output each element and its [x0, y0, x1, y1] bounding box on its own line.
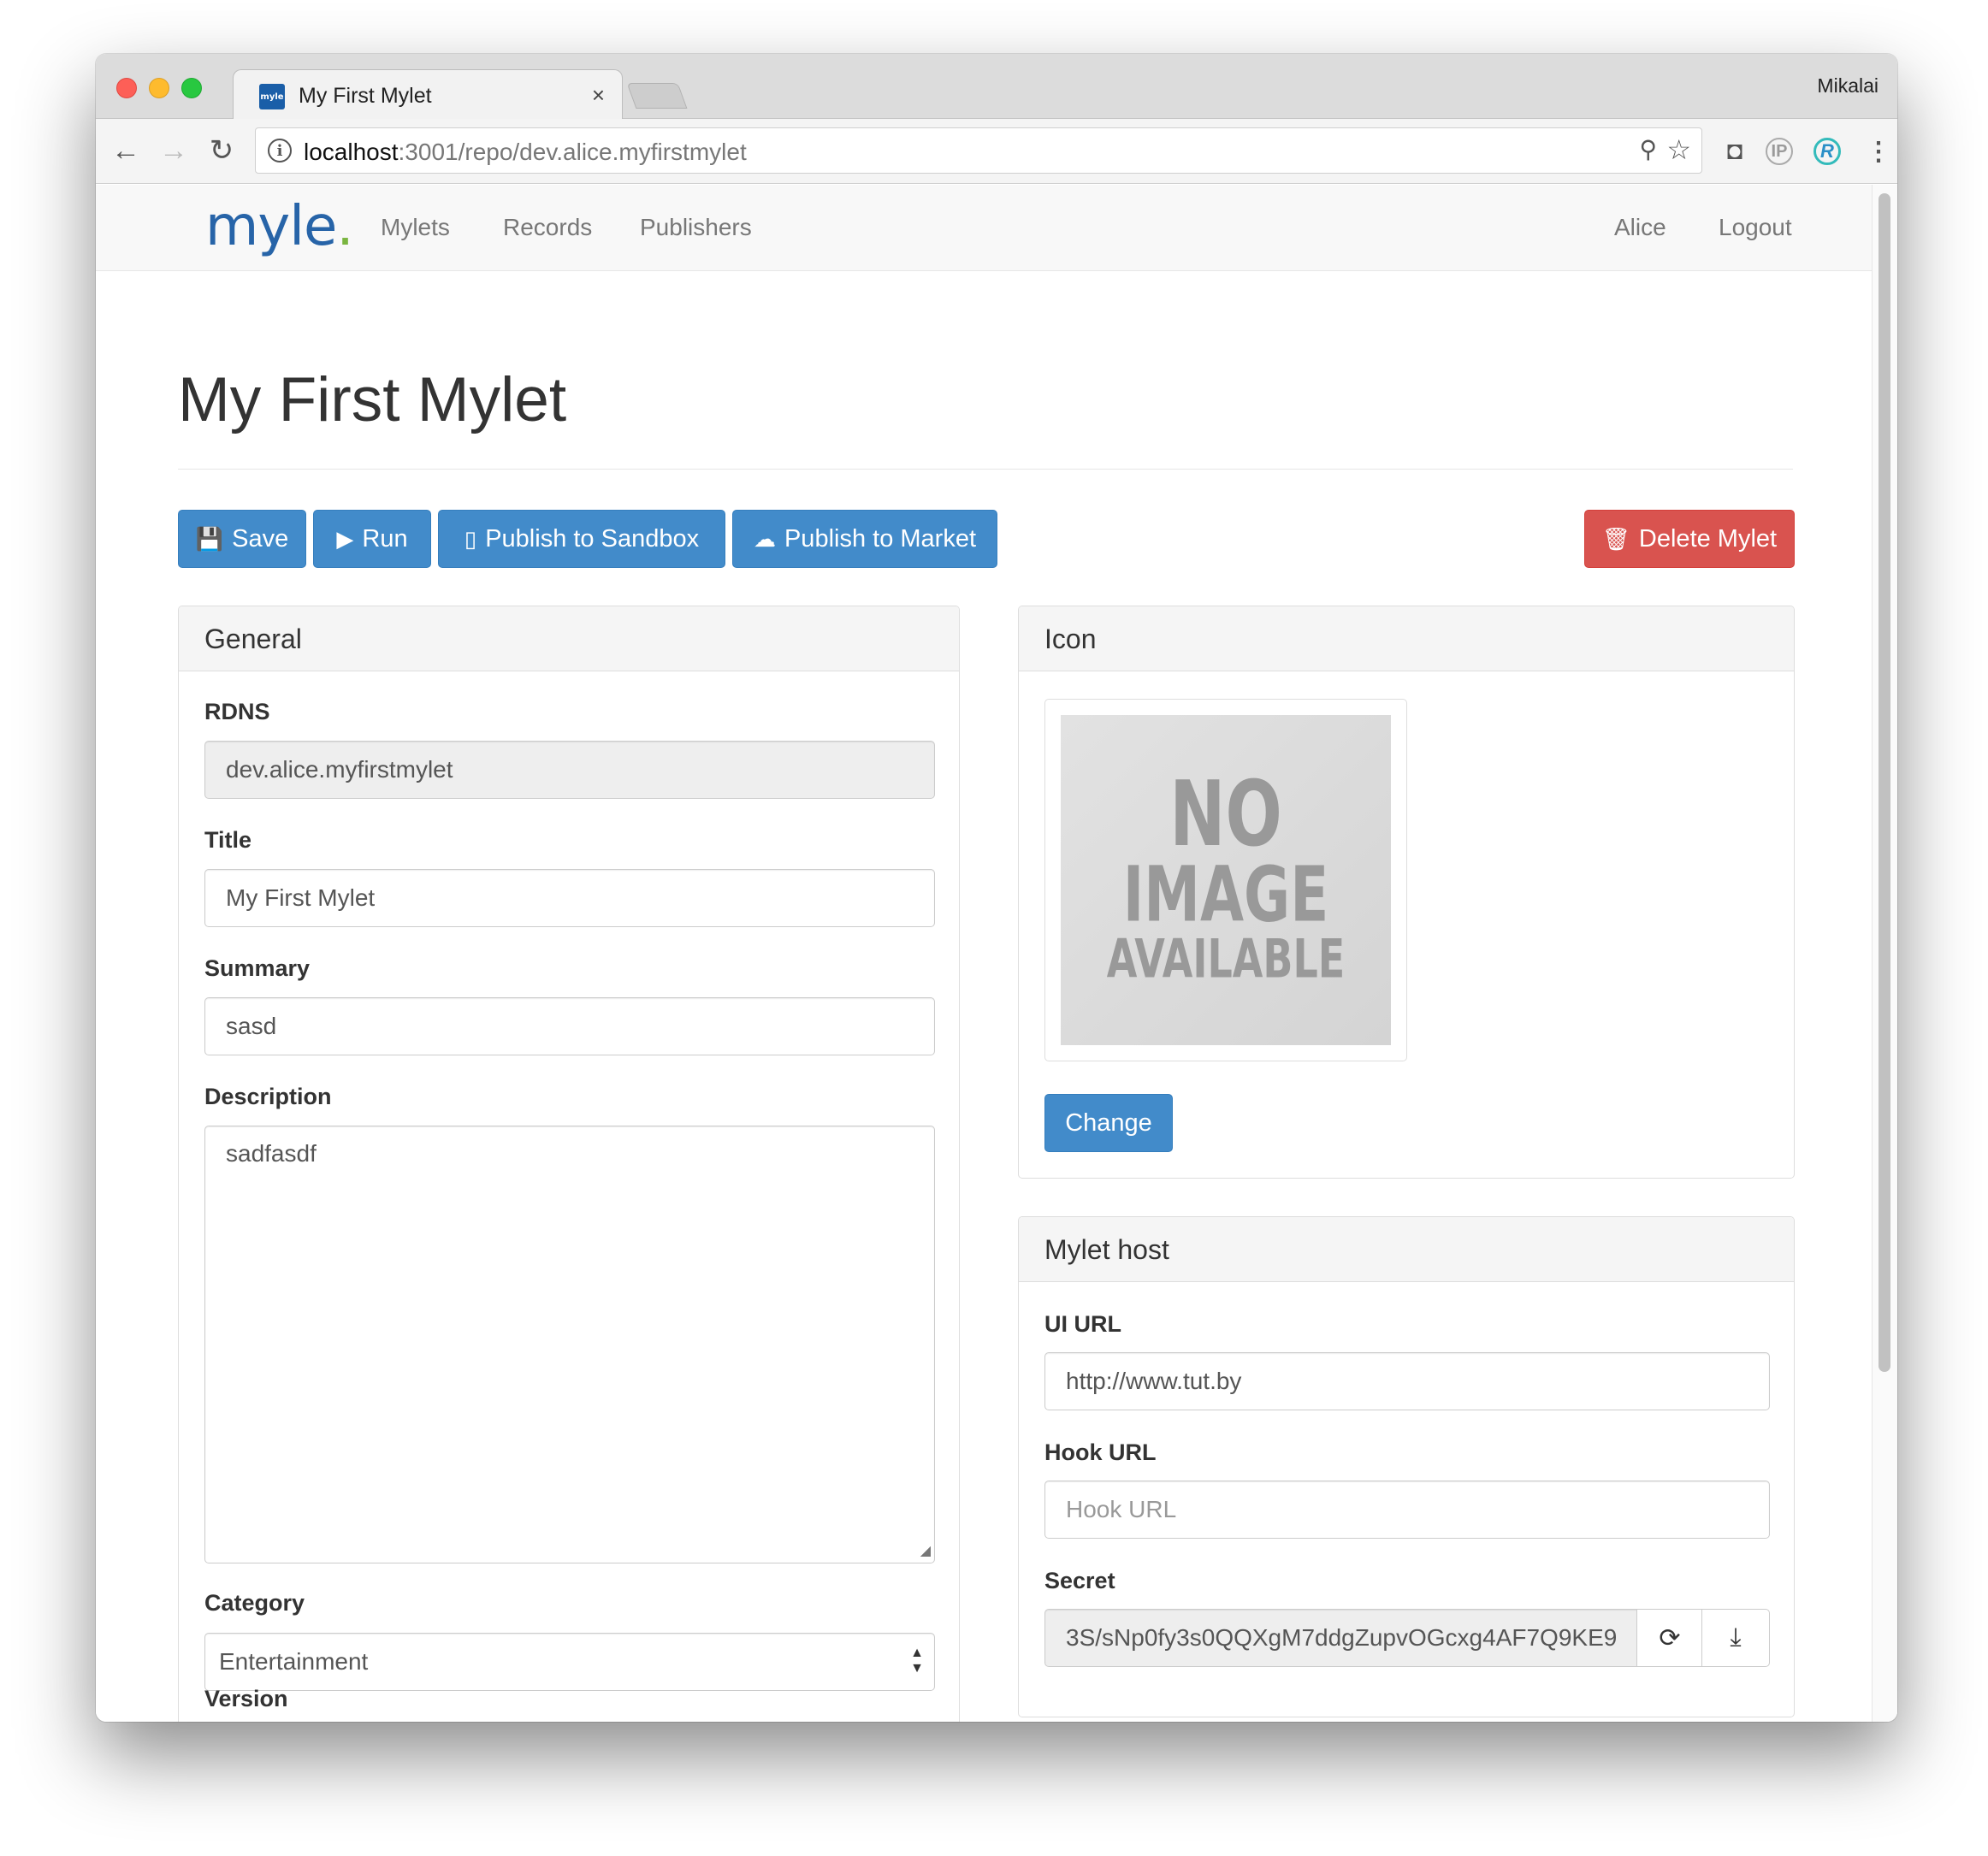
- bookmark-star-icon[interactable]: ☆: [1666, 133, 1691, 166]
- address-bar[interactable]: i localhost:3001/repo/dev.alice.myfirstm…: [255, 127, 1702, 174]
- rdns-field[interactable]: dev.alice.myfirstmylet: [204, 741, 935, 799]
- no-image-placeholder: NO IMAGE AVAILABLE: [1061, 715, 1391, 1045]
- icon-panel-title: Icon: [1044, 624, 1097, 654]
- reload-icon[interactable]: ↻: [202, 131, 241, 170]
- close-window-button[interactable]: [116, 78, 137, 98]
- hook-url-label: Hook URL: [1044, 1439, 1157, 1465]
- ui-url-label: UI URL: [1044, 1311, 1121, 1337]
- profile-name[interactable]: Mikalai: [1817, 74, 1879, 98]
- r-extension-icon[interactable]: R: [1813, 138, 1841, 165]
- select-arrows-icon: ▲ ▼: [910, 1646, 924, 1676]
- nav-link-publishers[interactable]: Publishers: [640, 214, 752, 241]
- mylet-host-panel-title: Mylet host: [1044, 1234, 1169, 1265]
- browser-menu-icon[interactable]: ⋮: [1861, 134, 1896, 168]
- app-navbar: myle. Mylets Records Publishers Alice Lo…: [96, 185, 1872, 271]
- play-icon: ▶: [336, 526, 354, 552]
- trash-icon: 🗑: [1601, 526, 1630, 552]
- delete-mylet-label: Delete Mylet: [1638, 524, 1778, 553]
- version-label: Version: [204, 1686, 288, 1711]
- no-image-word-3: AVAILABLE: [1106, 927, 1346, 990]
- brand-text: myle: [205, 195, 337, 258]
- mylet-host-panel: Mylet host UI URL http://www.tut.by Hook…: [1018, 1216, 1795, 1717]
- brand-logo[interactable]: myle.: [205, 195, 354, 258]
- icon-panel: Icon NO IMAGE AVAILABLE Change: [1018, 606, 1795, 1179]
- ui-url-field[interactable]: http://www.tut.by: [1044, 1352, 1770, 1410]
- nav-link-mylets[interactable]: Mylets: [381, 214, 450, 241]
- cloud-upload-icon: ☁: [753, 526, 776, 552]
- url-host: localhost: [304, 139, 399, 165]
- general-panel-title: General: [204, 624, 302, 654]
- title-divider: [178, 469, 1793, 470]
- save-button[interactable]: 💾 Save: [178, 510, 306, 568]
- nav-link-records[interactable]: Records: [503, 214, 592, 241]
- new-tab-button[interactable]: [626, 83, 688, 109]
- summary-field[interactable]: sasd: [204, 997, 935, 1055]
- icon-thumbnail: NO IMAGE AVAILABLE: [1044, 699, 1407, 1061]
- secret-field[interactable]: 3S/sNp0fy3s0QQXgM7ddgZupvOGcxg4AF7Q9KE9: [1044, 1609, 1638, 1667]
- run-button-label: Run: [362, 524, 408, 553]
- url-text[interactable]: localhost:3001/repo/dev.alice.myfirstmyl…: [304, 139, 747, 166]
- forward-arrow-icon[interactable]: →: [154, 131, 193, 170]
- secret-input-group: 3S/sNp0fy3s0QQXgM7ddgZupvOGcxg4AF7Q9KE9 …: [1044, 1609, 1770, 1667]
- browser-window: myle My First Mylet × Mikalai ← → ↻ i lo…: [96, 54, 1897, 1722]
- description-textarea[interactable]: sadfasdf ◢: [204, 1126, 935, 1563]
- url-path: :3001/repo/dev.alice.myfirstmylet: [398, 139, 747, 165]
- publish-to-market-button[interactable]: ☁ Publish to Market: [732, 510, 997, 568]
- floppy-disk-icon: 💾: [195, 526, 224, 552]
- phone-icon: ▯: [464, 526, 477, 552]
- hook-url-field[interactable]: Hook URL: [1044, 1481, 1770, 1539]
- myle-favicon-icon: myle: [259, 84, 285, 109]
- site-info-icon[interactable]: i: [268, 139, 292, 163]
- nav-link-logout[interactable]: Logout: [1719, 214, 1792, 241]
- key-icon[interactable]: ⚲: [1639, 135, 1657, 163]
- change-icon-button[interactable]: Change: [1044, 1094, 1173, 1152]
- title-field[interactable]: My First Mylet: [204, 869, 935, 927]
- publish-to-market-label: Publish to Market: [784, 524, 977, 553]
- publish-to-sandbox-button[interactable]: ▯ Publish to Sandbox: [438, 510, 725, 568]
- no-image-word-2: IMAGE: [1122, 850, 1329, 940]
- delete-mylet-button[interactable]: 🗑 Delete Mylet: [1584, 510, 1795, 568]
- pocket-extension-icon[interactable]: ◘: [1718, 134, 1752, 168]
- summary-label: Summary: [204, 955, 311, 981]
- general-panel: General RDNS dev.alice.myfirstmylet Titl…: [178, 606, 960, 1722]
- category-selected-value: Entertainment: [219, 1648, 369, 1675]
- description-label: Description: [204, 1084, 332, 1109]
- description-text: sadfasdf: [226, 1140, 317, 1167]
- save-button-label: Save: [232, 524, 289, 553]
- category-label: Category: [204, 1590, 305, 1616]
- ip-extension-icon[interactable]: IP: [1766, 138, 1793, 165]
- mylet-host-panel-heading: Mylet host: [1019, 1217, 1794, 1282]
- minimize-window-button[interactable]: [149, 78, 169, 98]
- general-panel-heading: General: [179, 606, 959, 671]
- resize-grip-icon[interactable]: ◢: [920, 1542, 931, 1559]
- tab-title: My First Mylet: [299, 84, 432, 108]
- no-image-word-1: NO: [1169, 763, 1282, 867]
- rdns-label: RDNS: [204, 699, 270, 724]
- regenerate-secret-icon[interactable]: ⟳: [1636, 1609, 1703, 1667]
- scrollbar-thumb[interactable]: [1879, 193, 1890, 1372]
- category-select[interactable]: Entertainment ▲ ▼: [204, 1633, 935, 1691]
- nav-link-user[interactable]: Alice: [1614, 214, 1666, 241]
- maximize-window-button[interactable]: [181, 78, 202, 98]
- browser-tab[interactable]: myle My First Mylet ×: [233, 69, 623, 121]
- publish-to-sandbox-label: Publish to Sandbox: [485, 524, 700, 553]
- title-label: Title: [204, 827, 252, 853]
- browser-toolbar: ← → ↻ i localhost:3001/repo/dev.alice.my…: [96, 119, 1897, 184]
- secret-label: Secret: [1044, 1568, 1115, 1593]
- page-viewport: myle. Mylets Records Publishers Alice Lo…: [96, 185, 1897, 1722]
- tab-close-icon[interactable]: ×: [592, 82, 605, 109]
- icon-panel-heading: Icon: [1019, 606, 1794, 671]
- page-title: My First Mylet: [178, 365, 567, 434]
- back-arrow-icon[interactable]: ←: [106, 131, 145, 170]
- tab-bar: myle My First Mylet × Mikalai: [96, 54, 1897, 121]
- page-scrollbar[interactable]: [1872, 185, 1897, 1722]
- brand-dot: .: [336, 195, 353, 258]
- change-icon-label: Change: [1065, 1108, 1152, 1137]
- copy-secret-icon[interactable]: ⤓: [1701, 1609, 1770, 1667]
- run-button[interactable]: ▶ Run: [313, 510, 431, 568]
